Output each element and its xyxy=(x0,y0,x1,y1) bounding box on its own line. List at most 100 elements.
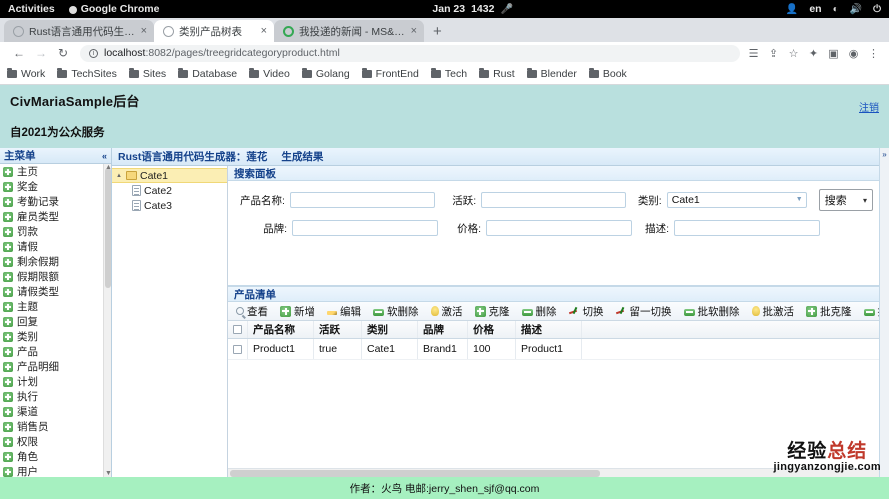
bookmark-item[interactable]: TechSites xyxy=(57,68,117,80)
browser-tab-1[interactable]: Rust语言通用代码生成器 × xyxy=(4,20,154,42)
activities-button[interactable]: Activities xyxy=(8,3,55,15)
collapse-right-icon[interactable]: » xyxy=(882,150,886,159)
address-bar[interactable]: i localhost:8082/pages/treegridcategoryp… xyxy=(80,44,740,62)
bookmark-item[interactable]: Book xyxy=(588,68,627,80)
share-icon[interactable]: ⇪ xyxy=(766,47,781,60)
extensions-puzzle-icon[interactable]: ✦ xyxy=(806,47,821,60)
row-checkbox-cell[interactable] xyxy=(228,339,248,359)
toolbar-button-batch-activate[interactable]: 批激活 xyxy=(747,303,800,320)
bookmark-item[interactable]: Blender xyxy=(526,68,577,80)
site-info-icon[interactable]: i xyxy=(89,48,98,58)
bookmark-item[interactable]: Rust xyxy=(479,68,515,80)
breadcrumb-result[interactable]: 生成结果 xyxy=(281,149,323,164)
toolbar-button-soft-delete[interactable]: 软删除 xyxy=(368,303,424,320)
sidebar-item-qingjia[interactable]: 请假 xyxy=(0,239,111,254)
search-button[interactable]: 搜索 ▾ xyxy=(818,189,873,211)
table-row[interactable]: Product1 true Cate1 Brand1 100 Product1 xyxy=(228,339,879,360)
sidebar-scrollbar[interactable]: ▲ ▼ xyxy=(103,164,111,477)
search-input-price[interactable] xyxy=(486,220,632,236)
sidebar-item-jiaqixiane[interactable]: 假期限额 xyxy=(0,269,111,284)
collapse-icon[interactable]: « xyxy=(102,151,107,161)
bookmark-item[interactable]: Tech xyxy=(430,68,467,80)
volume-icon[interactable]: 🔊 xyxy=(850,4,862,15)
scroll-down-icon[interactable]: ▼ xyxy=(105,470,111,477)
cast-icon[interactable]: ☰ xyxy=(746,47,761,60)
chevron-down-icon[interactable]: ▼ xyxy=(796,196,803,203)
keyboard-layout-indicator[interactable]: en xyxy=(809,3,821,15)
toolbar-button-toggle[interactable]: 切换 xyxy=(564,303,609,320)
search-input-description[interactable] xyxy=(674,220,820,236)
search-select-category[interactable] xyxy=(666,192,807,208)
sidebar-item-zhixing[interactable]: 执行 xyxy=(0,389,111,404)
logout-link[interactable]: 注销 xyxy=(859,99,879,114)
wifi-icon[interactable]: ◐ xyxy=(833,4,839,15)
search-input-brand[interactable] xyxy=(292,220,438,236)
sidebar-item-qingjialeixing[interactable]: 请假类型 xyxy=(0,284,111,299)
power-icon[interactable]: ⏻ xyxy=(873,4,881,15)
bookmark-item[interactable]: FrontEnd xyxy=(361,68,419,80)
sidebar-item-fakuan[interactable]: 罚款 xyxy=(0,224,111,239)
sidebar-item-shengyujiaqi[interactable]: 剩余假期 xyxy=(0,254,111,269)
tree-node-cate3[interactable]: Cate3 xyxy=(112,198,227,213)
sidebar-item-huifu[interactable]: 回复 xyxy=(0,314,111,329)
search-input-product-name[interactable] xyxy=(289,192,435,208)
bookmark-item[interactable]: Work xyxy=(7,68,45,80)
sidebar-item-zhuti[interactable]: 主题 xyxy=(0,299,111,314)
sidebar-item-jiaose[interactable]: 角色 xyxy=(0,449,111,464)
column-header-description[interactable]: 描述 xyxy=(516,321,582,338)
sidepanel-icon[interactable]: ▣ xyxy=(826,47,841,60)
toolbar-button-delete[interactable]: 删除 xyxy=(517,303,562,320)
column-header-product-name[interactable]: 产品名称 xyxy=(248,321,314,338)
sidebar-item-chanpin[interactable]: 产品 xyxy=(0,344,111,359)
checkbox-icon[interactable] xyxy=(233,325,242,334)
scroll-up-icon[interactable]: ▲ xyxy=(105,164,111,171)
clock-date[interactable]: Jan 23 xyxy=(432,3,465,15)
sidebar-item-chanpinmingxi[interactable]: 产品明细 xyxy=(0,359,111,374)
bookmark-item[interactable]: Sites xyxy=(128,68,166,80)
sidebar-item-jiangjin[interactable]: 奖金 xyxy=(0,179,111,194)
sidebar-item-xiaoshouyuan[interactable]: 销售员 xyxy=(0,419,111,434)
clock-time[interactable]: 1432 xyxy=(471,3,494,15)
tree-node-cate1[interactable]: ▲ Cate1 xyxy=(112,168,227,183)
reload-icon[interactable]: ↻ xyxy=(52,43,74,63)
sidebar-item-leibie[interactable]: 类别 xyxy=(0,329,111,344)
toolbar-button-batch-soft-delete[interactable]: 批软删除 xyxy=(679,303,745,320)
sidebar-item-kaoqinjilu[interactable]: 考勤记录 xyxy=(0,194,111,209)
bookmark-star-icon[interactable]: ☆ xyxy=(786,47,801,60)
close-icon[interactable]: × xyxy=(261,25,267,37)
sidebar-item-yonghu[interactable]: 用户 xyxy=(0,464,111,477)
scrollbar-thumb[interactable] xyxy=(230,470,600,477)
toolbar-button-add[interactable]: 新增 xyxy=(275,303,320,320)
search-input-active[interactable] xyxy=(481,192,627,208)
column-header-active[interactable]: 活跃 xyxy=(314,321,362,338)
sidebar-item-jihua[interactable]: 计划 xyxy=(0,374,111,389)
sidebar-item-guyuanleixing[interactable]: 雇员类型 xyxy=(0,209,111,224)
checkbox-icon[interactable] xyxy=(233,344,242,354)
toolbar-button-batch-clone[interactable]: 批克隆 xyxy=(801,303,857,320)
grid-horizontal-scrollbar[interactable] xyxy=(228,468,879,477)
chevron-down-icon[interactable]: ▲ xyxy=(116,173,123,179)
select-all-checkbox-cell[interactable] xyxy=(228,321,248,338)
toolbar-button-view[interactable]: 查看 xyxy=(231,303,273,320)
bookmark-item[interactable]: Video xyxy=(249,68,290,80)
right-collapse-rail[interactable]: » xyxy=(879,148,889,477)
toolbar-button-clone[interactable]: 克隆 xyxy=(470,303,515,320)
browser-tab-3[interactable]: 我投递的新闻 - MS&A(M... × xyxy=(274,20,424,42)
active-app-indicator[interactable]: Google Chrome xyxy=(68,3,159,15)
toolbar-button-batch-delete[interactable]: 批删除 xyxy=(859,303,879,320)
scrollbar-thumb[interactable] xyxy=(105,168,111,288)
sidebar-item-quanxian[interactable]: 权限 xyxy=(0,434,111,449)
tree-node-cate2[interactable]: Cate2 xyxy=(112,183,227,198)
profile-avatar-icon[interactable]: ◉ xyxy=(846,47,861,60)
browser-tab-2[interactable]: 类别产品树表 × xyxy=(154,20,274,42)
toolbar-button-keep-one-toggle[interactable]: 留一切换 xyxy=(611,303,677,320)
chrome-menu-icon[interactable]: ⋮ xyxy=(866,47,881,60)
back-icon[interactable]: ← xyxy=(8,43,30,63)
forward-icon[interactable]: → xyxy=(30,43,52,63)
accessibility-icon[interactable]: 👤 xyxy=(786,4,798,15)
close-icon[interactable]: × xyxy=(411,25,417,37)
sidebar-item-qudao[interactable]: 渠道 xyxy=(0,404,111,419)
sidebar-item-zhuye[interactable]: 主页 xyxy=(0,164,111,179)
toolbar-button-edit[interactable]: 编辑 xyxy=(322,303,366,320)
column-header-brand[interactable]: 品牌 xyxy=(418,321,468,338)
